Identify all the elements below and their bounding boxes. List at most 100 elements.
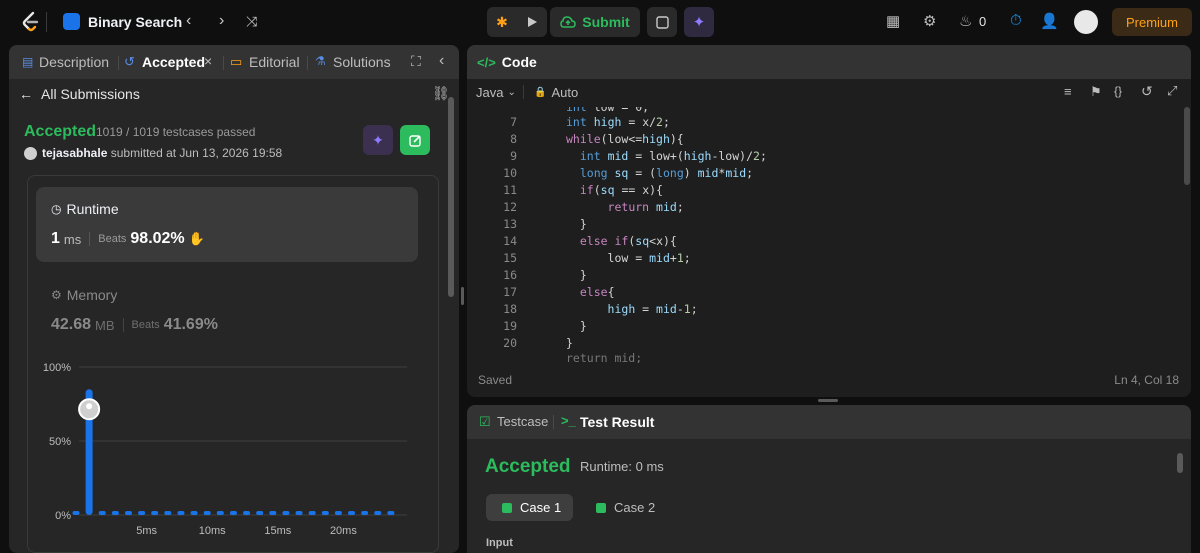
tab-editorial[interactable]: Editorial: [249, 54, 300, 70]
code-toolbar: Java ⌄ 🔒 Auto ≡ ⚑ {} ↺ ⤢: [467, 79, 1191, 107]
book-icon: ▭: [230, 54, 243, 69]
runtime-label: Runtime: [66, 201, 119, 217]
bar: [321, 511, 329, 515]
bar: [348, 511, 356, 515]
code-editor[interactable]: int low = 0; 7 int high = x/2; 8 while(low<…: [467, 107, 1191, 363]
check-icon: [502, 502, 512, 513]
submitted-time: submitted at Jun 13, 2026 19:58: [110, 146, 283, 160]
problem-list-icon[interactable]: [63, 13, 80, 30]
tab-accepted[interactable]: Accepted: [142, 54, 205, 70]
premium-button[interactable]: Premium: [1112, 8, 1192, 36]
debug-icon[interactable]: ✱: [487, 7, 517, 37]
result-scrollbar[interactable]: [1177, 453, 1183, 473]
problem-list-title[interactable]: Binary Search: [88, 14, 182, 30]
bar: [282, 511, 290, 515]
username[interactable]: tejasabhale: [42, 146, 107, 160]
bar: [295, 511, 303, 515]
memory-beats-value: 41.69%: [163, 316, 218, 333]
tab-divider: [223, 56, 224, 70]
current-submission-avatar-marker: [78, 398, 101, 421]
history-icon: ↺: [124, 54, 135, 69]
memory-beats-label: Beats: [131, 319, 160, 331]
code-footer: Saved Ln 4, Col 18: [467, 367, 1191, 397]
submit-button[interactable]: Submit: [550, 7, 640, 37]
fire-streak-icon[interactable]: ♨: [959, 12, 972, 30]
format-lines-icon[interactable]: ≡: [1064, 84, 1072, 99]
code-panel: </> Code Java ⌄ 🔒 Auto ≡ ⚑ {} ↺ ⤢ int lo…: [467, 45, 1191, 397]
bar: [164, 511, 172, 515]
bar: [111, 511, 119, 515]
code-brackets-icon: </>: [477, 54, 496, 70]
avatar-head-icon: [86, 403, 93, 410]
code-line: high = mid-1;: [607, 302, 698, 316]
reset-icon[interactable]: ↺: [1141, 83, 1153, 100]
vertical-splitter-handle[interactable]: [461, 287, 464, 305]
bar: [98, 511, 106, 515]
memory-card[interactable]: ⚙ Memory 42.68 MB Beats 41.69%: [51, 287, 411, 347]
bookmark-icon[interactable]: ⚑: [1090, 84, 1102, 100]
code-line: return mid;: [607, 200, 684, 214]
notes-button[interactable]: [647, 7, 677, 37]
cursor-position: Ln 4, Col 18: [1114, 373, 1179, 387]
runtime-distribution-chart[interactable]: 100% 50% 0% 5ms 10ms 15ms 20ms: [37, 355, 417, 551]
auto-mode[interactable]: 🔒 Auto: [534, 85, 578, 100]
lock-icon: 🔒: [534, 87, 547, 98]
add-user-icon[interactable]: 👤: [1040, 12, 1059, 30]
horizontal-splitter-handle[interactable]: [818, 399, 838, 402]
code-line: int mid = low+(high-low)/2;: [579, 149, 767, 163]
tab-testcase[interactable]: Testcase: [497, 414, 548, 429]
runtime-value: 1: [51, 230, 60, 247]
line-number: 18: [503, 302, 517, 316]
line-number: 11: [503, 183, 517, 197]
back-to-submissions[interactable]: ← All Submissions: [19, 86, 140, 102]
line-number: 9: [510, 149, 517, 163]
analyze-ai-button[interactable]: ✦: [363, 125, 393, 155]
settings-gear-icon[interactable]: ⚙: [923, 12, 936, 30]
x-tick-label: 10ms: [199, 525, 226, 537]
code-scrollbar[interactable]: [1184, 107, 1190, 185]
tab-divider: [307, 56, 308, 70]
bar: [203, 511, 211, 515]
maximize-icon[interactable]: ⛶: [411, 53, 421, 70]
code-line: }: [566, 336, 573, 350]
bar: [334, 511, 342, 515]
bar: [190, 511, 198, 515]
avatar[interactable]: [1074, 10, 1098, 34]
language-value: Java: [476, 85, 504, 100]
arrow-left-icon: ←: [19, 86, 33, 102]
layout-icon[interactable]: ▦: [886, 12, 900, 30]
bar: [308, 511, 316, 515]
bar: [124, 511, 132, 515]
left-scrollbar[interactable]: [448, 97, 454, 297]
edit-solution-button[interactable]: [400, 125, 430, 155]
ai-assistant-button[interactable]: ✦: [684, 7, 714, 37]
prev-problem-icon[interactable]: ‹: [186, 12, 191, 30]
close-tab-icon[interactable]: ×: [204, 53, 212, 69]
fullscreen-icon[interactable]: ⤢: [1167, 83, 1177, 99]
timer-icon[interactable]: ⏱: [1010, 12, 1022, 29]
runtime-card[interactable]: ◷ Runtime 1 ms Beats 98.02% ✋: [36, 187, 418, 262]
runtime-beats-value: 98.02%: [130, 230, 185, 247]
next-problem-icon[interactable]: ›: [219, 12, 224, 30]
runtime-unit: ms: [63, 231, 82, 247]
line-number: 12: [503, 200, 517, 214]
clock-icon: ◷: [51, 202, 62, 216]
case-1-tab[interactable]: Case 1: [486, 494, 573, 521]
line-number: 14: [503, 234, 517, 248]
leetcode-logo-icon[interactable]: [20, 10, 40, 34]
edit-icon: [408, 134, 421, 147]
testcases-passed: 1019 / 1019 testcases passed: [96, 125, 256, 139]
case-2-tab[interactable]: Case 2: [580, 494, 667, 521]
sparkle-icon: ✦: [372, 131, 384, 148]
shuffle-icon[interactable]: ⤨: [246, 13, 257, 30]
tab-test-result[interactable]: Test Result: [580, 414, 654, 430]
tab-description[interactable]: Description: [39, 54, 109, 70]
toolbar-divider: [523, 85, 524, 99]
tab-solutions[interactable]: Solutions: [333, 54, 391, 70]
run-button[interactable]: [517, 7, 547, 37]
language-select[interactable]: Java ⌄: [476, 85, 516, 100]
collapse-panel-icon[interactable]: ‹: [439, 52, 444, 70]
left-tab-bar: ▤ Description ↺ Accepted × ▭ Editorial ⚗…: [9, 45, 459, 79]
braces-icon[interactable]: {}: [1114, 84, 1122, 98]
memory-unit: MB: [95, 317, 115, 333]
